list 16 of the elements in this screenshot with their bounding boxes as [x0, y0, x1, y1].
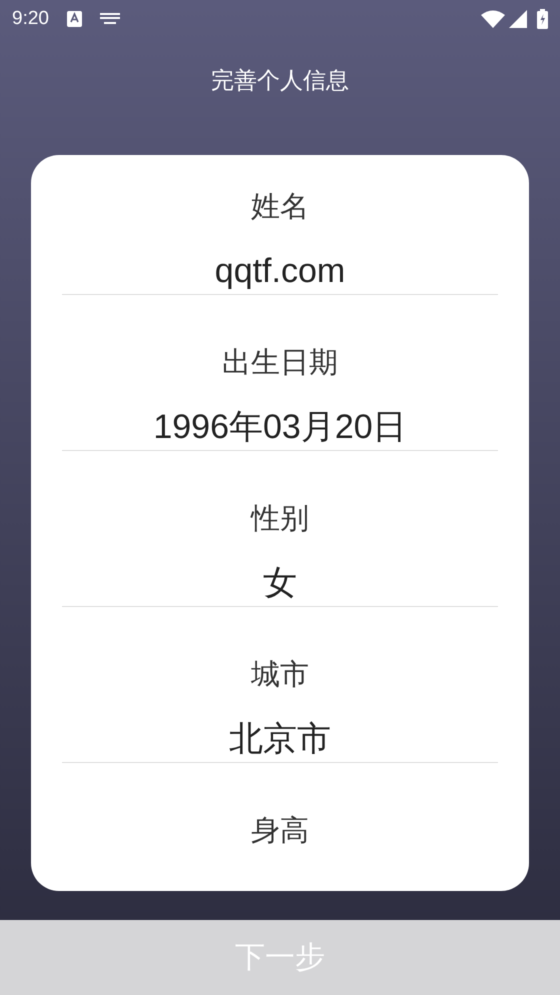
- field-value[interactable]: 女: [263, 560, 297, 606]
- field-label: 出生日期: [222, 346, 338, 381]
- field-label: 城市: [251, 658, 309, 693]
- signal-icon: [509, 10, 527, 28]
- app-notification-icon: [66, 10, 82, 26]
- field-label: 姓名: [251, 190, 309, 225]
- clock: 9:20: [12, 8, 49, 30]
- field-value[interactable]: qqtf.com: [214, 248, 346, 294]
- field-value[interactable]: 1996年03月20日: [153, 404, 407, 450]
- field-value[interactable]: 北京市: [229, 716, 331, 762]
- keyboard-icon: [100, 12, 120, 24]
- wifi-icon: [481, 10, 505, 28]
- page-title: 完善个人信息: [210, 66, 350, 95]
- field-label: 身高: [251, 814, 309, 849]
- battery-icon: [537, 8, 548, 28]
- field-label: 性别: [251, 502, 309, 537]
